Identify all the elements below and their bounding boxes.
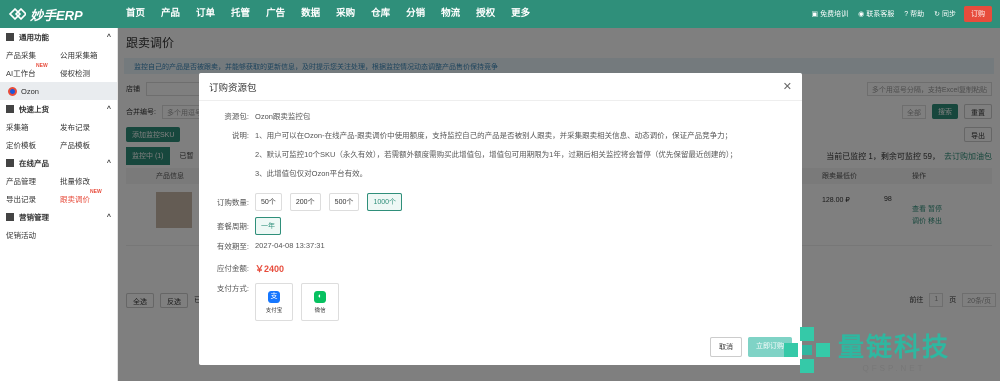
ozon-icon — [8, 86, 17, 96]
period-label: 套餐周期: — [216, 221, 249, 231]
nav-warehouse[interactable]: 仓库 — [363, 0, 398, 28]
sync-link[interactable]: ↻ 同步 — [934, 9, 956, 19]
sync-icon: ↻ — [934, 11, 940, 18]
sidebar: 通用功能 ^ 产品采集 公用采集箱 AI工作台 NEW 侵权检测 Ozon 快速上货 ^ … — [0, 28, 118, 381]
sidebar-section-online[interactable]: 在线产品 ^ — [0, 154, 117, 172]
desc-line: 2、默认可监控10个SKU（永久有效），若需额外额度需购买此增值包，增值包可用期… — [255, 150, 738, 159]
sidebar-item-ai[interactable]: AI工作台 NEW — [0, 63, 54, 79]
sidebar-item-collect[interactable]: 产品采集 — [0, 50, 54, 61]
cancel-button[interactable]: 取消 — [710, 337, 742, 357]
nav-products[interactable]: 产品 — [153, 0, 188, 28]
logo-icon — [8, 7, 26, 21]
qty-option-500[interactable]: 500个 — [328, 193, 360, 211]
close-icon[interactable]: ✕ — [783, 80, 792, 93]
alipay-icon: 支 — [268, 290, 280, 303]
nav-hosting[interactable]: 托管 — [223, 0, 258, 28]
upload-icon — [6, 105, 14, 113]
app-logo[interactable]: 妙手ERP — [0, 5, 118, 24]
nav-purchase[interactable]: 采购 — [328, 0, 363, 28]
box-icon — [6, 159, 14, 167]
support-link[interactable]: ◉ 联系客服 — [858, 9, 894, 19]
help-link[interactable]: ? 帮助 — [904, 9, 924, 19]
sidebar-item-infringe[interactable]: 侵权检测 — [54, 68, 108, 79]
desc-line: 1、用户可以在Ozon-在线产品-跟卖调价中使用额度，支持监控自己的产品是否被别… — [255, 131, 733, 140]
wechat-icon: ◐ — [314, 290, 327, 303]
watermark-domain: QFSP.NET — [862, 363, 926, 373]
new-badge: NEW — [36, 62, 48, 69]
nav-logistics[interactable]: 物流 — [433, 0, 468, 28]
top-nav: 妙手ERP 首页 产品 订单 托管 广告 数据 采购 仓库 分销 物流 授权 更… — [0, 0, 1000, 28]
platform-ozon[interactable]: Ozon — [0, 82, 117, 100]
sidebar-item-promo[interactable]: 促销活动 — [0, 230, 54, 241]
expire-value: 2027-04-08 13:37:31 — [255, 241, 325, 250]
new-badge: NEW — [90, 188, 102, 195]
grid-icon — [6, 33, 14, 41]
main-menu: 首页 产品 订单 托管 广告 数据 采购 仓库 分销 物流 授权 更多 — [118, 0, 538, 28]
nav-authorize[interactable]: 授权 — [468, 0, 503, 28]
nav-ads[interactable]: 广告 — [258, 0, 293, 28]
sidebar-item-public-collect[interactable]: 公用采集箱 — [54, 50, 108, 61]
desc-line: 3、此增值包仅对Ozon平台有效。 — [255, 169, 368, 178]
sidebar-section-quick[interactable]: 快速上货 ^ — [0, 100, 117, 118]
logo-text: 妙手ERP — [30, 7, 83, 23]
nav-home[interactable]: 首页 — [118, 0, 153, 28]
nav-distribution[interactable]: 分销 — [398, 0, 433, 28]
modal-title: 订购资源包 — [209, 82, 257, 94]
wechat-option[interactable]: ◐ 微信 — [301, 283, 340, 321]
modal-header: 订购资源包 ✕ — [199, 73, 802, 101]
chevron-up-icon: ^ — [106, 213, 111, 221]
sidebar-item-product-mgmt[interactable]: 产品管理 — [0, 176, 54, 187]
desc-label: 说明: — [231, 131, 249, 140]
amount-value: ￥2400 — [255, 264, 285, 274]
package-value: Ozon跟卖监控包 — [255, 112, 311, 121]
modal-footer: 取消 立即订购 — [710, 337, 792, 357]
sidebar-section-general[interactable]: 通用功能 ^ — [0, 28, 117, 46]
pay-label: 支付方式: — [216, 284, 249, 293]
qty-option-1000[interactable]: 1000个 — [367, 193, 403, 211]
period-option-year[interactable]: 一年 — [255, 217, 281, 235]
amount-label: 应付金额: — [216, 264, 249, 273]
watermark-logo-icon — [782, 325, 832, 375]
watermark: 量链科技 QFSP.NET — [782, 318, 1000, 381]
chat-icon: ◉ — [858, 11, 865, 18]
sidebar-item-publish-log[interactable]: 发布记录 — [54, 122, 108, 133]
qty-option-50[interactable]: 50个 — [255, 193, 282, 211]
flag-icon — [6, 213, 14, 221]
chevron-up-icon: ^ — [106, 105, 111, 113]
qty-option-200[interactable]: 200个 — [289, 193, 321, 211]
training-link[interactable]: ▣ 免费培训 — [811, 9, 848, 19]
purchase-modal: 订购资源包 ✕ 资源包: Ozon跟卖监控包 说明: 1、用户可以在Ozon-在… — [199, 73, 802, 365]
sidebar-item-product-tpl[interactable]: 产品模板 — [54, 140, 108, 151]
sidebar-item-batch-edit[interactable]: 批量修改 — [54, 176, 108, 187]
nav-data[interactable]: 数据 — [293, 0, 328, 28]
sidebar-item-export-log[interactable]: 导出记录 — [0, 194, 54, 205]
top-right-tools: ▣ 免费培训 ◉ 联系客服 ? 帮助 ↻ 同步 订购 — [801, 6, 1000, 22]
qty-label: 订购数量: — [216, 197, 249, 207]
expire-label: 有效期至: — [216, 242, 249, 251]
watermark-text: 量链科技 — [838, 331, 951, 362]
chevron-up-icon: ^ — [106, 33, 111, 41]
sidebar-item-price-tpl[interactable]: 定价模板 — [0, 140, 54, 151]
nav-more[interactable]: 更多 — [503, 0, 538, 28]
sidebar-section-marketing[interactable]: 营销管理 ^ — [0, 208, 117, 226]
training-icon: ▣ — [811, 11, 819, 18]
package-label: 资源包: — [224, 112, 249, 121]
modal-body: 资源包: Ozon跟卖监控包 说明: 1、用户可以在Ozon-在线产品-跟卖调价… — [199, 101, 802, 335]
help-icon: ? — [904, 10, 909, 18]
chevron-up-icon: ^ — [106, 159, 111, 167]
nav-orders[interactable]: 订单 — [188, 0, 223, 28]
order-button[interactable]: 订购 — [964, 6, 992, 22]
sidebar-item-follow-price[interactable]: 跟卖调价 NEW — [54, 189, 108, 205]
alipay-option[interactable]: 支 支付宝 — [255, 283, 293, 321]
sidebar-item-collectbox[interactable]: 采集箱 — [0, 122, 54, 133]
